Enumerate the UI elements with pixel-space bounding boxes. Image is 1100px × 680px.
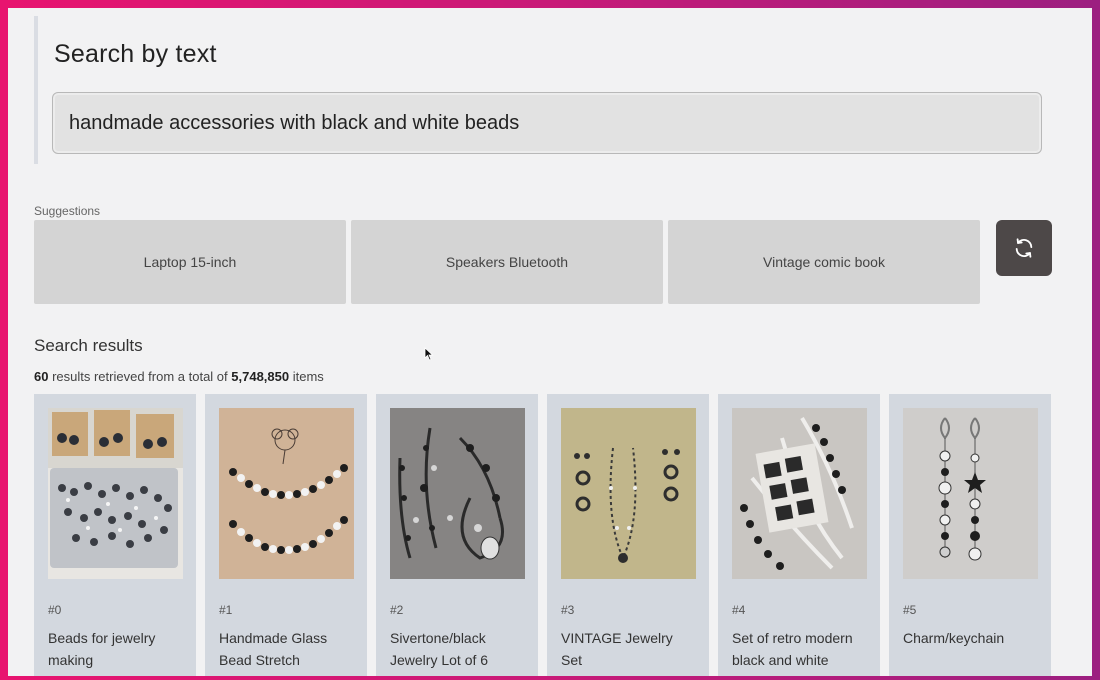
results-count: 60 results retrieved from a total of 5,7… <box>34 369 324 384</box>
product-image-vintage-set <box>561 408 696 579</box>
suggestion-button-3[interactable]: Vintage comic book <box>668 220 980 304</box>
product-image-necklaces <box>219 408 354 579</box>
results-count-mid: results retrieved from a total of <box>48 369 232 384</box>
suggestions-label: Suggestions <box>34 204 101 218</box>
result-title: Charm/keychain <box>903 630 1005 646</box>
result-title: Beads for jewelry making <box>48 630 156 668</box>
mouse-cursor-icon <box>424 347 434 361</box>
search-section: Search by text <box>34 16 1048 164</box>
search-title: Search by text <box>54 40 217 68</box>
app-frame: Search by text Suggestions Laptop 15-inc… <box>8 8 1092 676</box>
results-count-number: 60 <box>34 369 49 384</box>
result-title: VINTAGE Jewelry Set <box>561 630 673 668</box>
refresh-icon <box>1015 238 1033 258</box>
result-card-0[interactable]: #0 Beads for jewelry making <box>34 394 196 676</box>
result-index: #3 <box>561 603 575 617</box>
result-index: #2 <box>390 603 404 617</box>
suggestion-button-1[interactable]: Laptop 15-inch <box>34 220 346 304</box>
result-card-1[interactable]: #1 Handmade Glass Bead Stretch <box>205 394 367 676</box>
result-title: Sivertone/black Jewelry Lot of 6 <box>390 630 489 668</box>
result-index: #5 <box>903 603 917 617</box>
result-card-2[interactable]: #2 Sivertone/black Jewelry Lot of 6 <box>376 394 538 676</box>
results-title: Search results <box>34 336 143 355</box>
product-image-beads <box>48 408 183 579</box>
suggestion-button-2[interactable]: Speakers Bluetooth <box>351 220 663 304</box>
product-image-jewelry-lot <box>390 408 525 579</box>
product-image-keychain <box>903 408 1038 579</box>
result-title: Handmade Glass Bead Stretch <box>219 630 328 668</box>
search-input[interactable] <box>52 92 1042 154</box>
result-index: #0 <box>48 603 62 617</box>
result-card-4[interactable]: #4 Set of retro modern black and white <box>718 394 880 676</box>
results-count-end: items <box>289 369 324 384</box>
refresh-suggestions-button[interactable] <box>996 220 1052 276</box>
result-card-3[interactable]: #3 VINTAGE Jewelry Set <box>547 394 709 676</box>
result-title: Set of retro modern black and white <box>732 630 853 668</box>
results-total-number: 5,748,850 <box>231 369 290 384</box>
result-index: #4 <box>732 603 746 617</box>
result-card-5[interactable]: #5 Charm/keychain <box>889 394 1051 676</box>
result-index: #1 <box>219 603 233 617</box>
product-image-retro-set <box>732 408 867 579</box>
